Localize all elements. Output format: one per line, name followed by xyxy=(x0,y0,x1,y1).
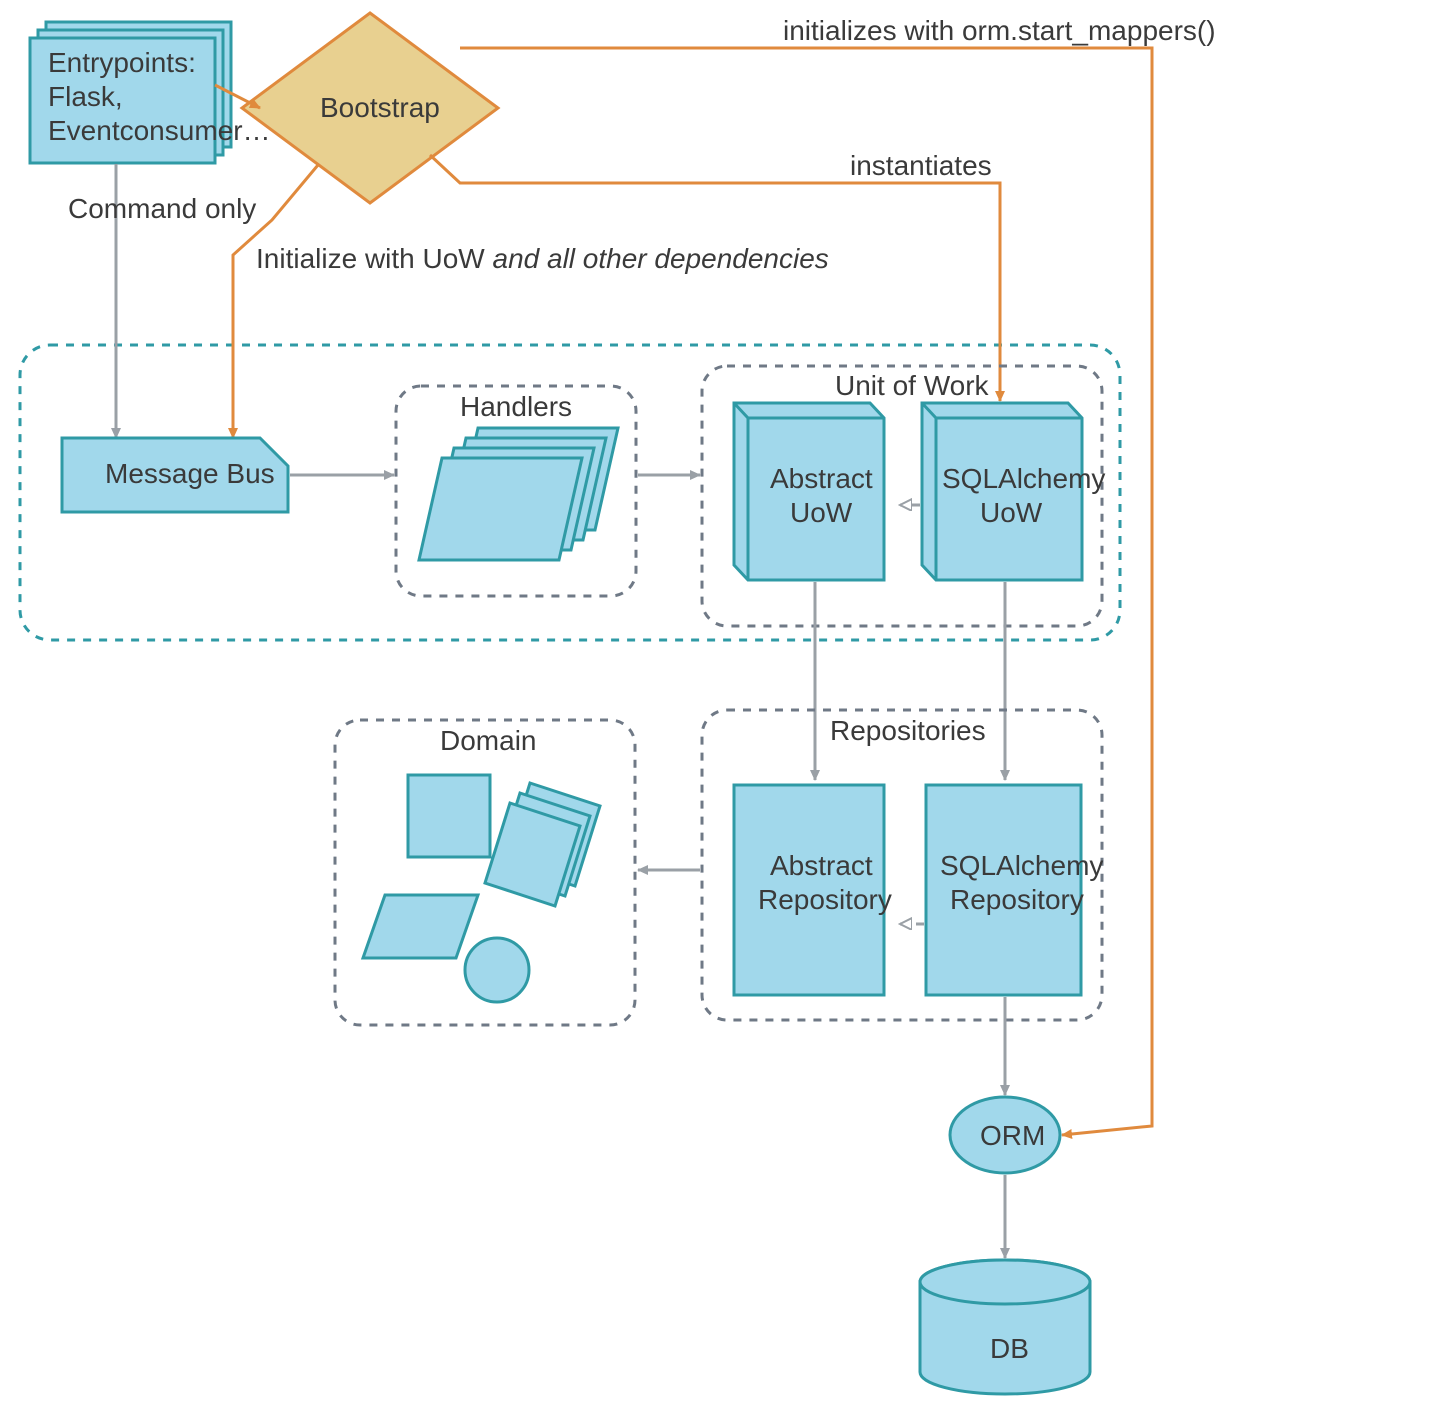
sqlalchemy-repository-node: SQLAlchemy Repository xyxy=(926,785,1103,995)
svg-text:Flask,: Flask, xyxy=(48,81,123,112)
svg-text:UoW: UoW xyxy=(980,497,1043,528)
svg-text:Eventconsumer…: Eventconsumer… xyxy=(48,115,271,146)
repositories-group: Repositories Abstract Repository SQLAlch… xyxy=(702,710,1103,1020)
svg-text:Abstract: Abstract xyxy=(770,850,873,881)
svg-text:Handlers: Handlers xyxy=(460,391,572,422)
svg-text:Entrypoints:: Entrypoints: xyxy=(48,47,196,78)
svg-text:ORM: ORM xyxy=(980,1120,1045,1151)
handlers-group: Handlers xyxy=(396,386,636,596)
svg-text:DB: DB xyxy=(990,1333,1029,1364)
message-bus-node: Message Bus xyxy=(62,438,288,512)
abstract-uow-node: Abstract UoW xyxy=(734,403,884,580)
svg-text:Message Bus: Message Bus xyxy=(105,458,275,489)
edge-bootstrap-instantiates-uow: instantiates xyxy=(430,150,1000,401)
domain-group: Domain xyxy=(335,720,635,1025)
svg-text:UoW: UoW xyxy=(790,497,853,528)
domain-shape-stack xyxy=(485,783,600,906)
svg-text:SQLAlchemy: SQLAlchemy xyxy=(942,463,1105,494)
svg-text:Bootstrap: Bootstrap xyxy=(320,92,440,123)
db-node: DB xyxy=(920,1260,1090,1394)
svg-text:Repositories: Repositories xyxy=(830,715,986,746)
svg-text:instantiates: instantiates xyxy=(850,150,992,181)
svg-text:Repository: Repository xyxy=(950,884,1084,915)
domain-shape-parallelogram xyxy=(363,895,478,958)
architecture-diagram: Entrypoints: Flask, Eventconsumer… Boots… xyxy=(0,0,1440,1419)
entrypoints-node: Entrypoints: Flask, Eventconsumer… xyxy=(30,22,271,163)
svg-text:Abstract: Abstract xyxy=(770,463,873,494)
svg-text:Unit of Work: Unit of Work xyxy=(835,370,990,401)
domain-shape-rect xyxy=(408,775,490,857)
svg-text:Repository: Repository xyxy=(758,884,892,915)
unit-of-work-group: Unit of Work Abstract UoW SQLAlchemy UoW xyxy=(702,366,1105,626)
svg-text:Domain: Domain xyxy=(440,725,536,756)
svg-text:initializes with orm.start_map: initializes with orm.start_mappers() xyxy=(783,15,1216,46)
edge-command-only: Command only xyxy=(68,164,256,438)
svg-text:SQLAlchemy: SQLAlchemy xyxy=(940,850,1103,881)
svg-text:Initialize with UoW and all ot: Initialize with UoW and all other depend… xyxy=(256,243,829,274)
bootstrap-node: Bootstrap xyxy=(242,13,498,203)
svg-text:Command only: Command only xyxy=(68,193,256,224)
domain-shape-circle xyxy=(465,938,529,1002)
orm-node: ORM xyxy=(950,1097,1060,1173)
abstract-repository-node: Abstract Repository xyxy=(734,785,892,995)
sqlalchemy-uow-node: SQLAlchemy UoW xyxy=(922,403,1105,580)
